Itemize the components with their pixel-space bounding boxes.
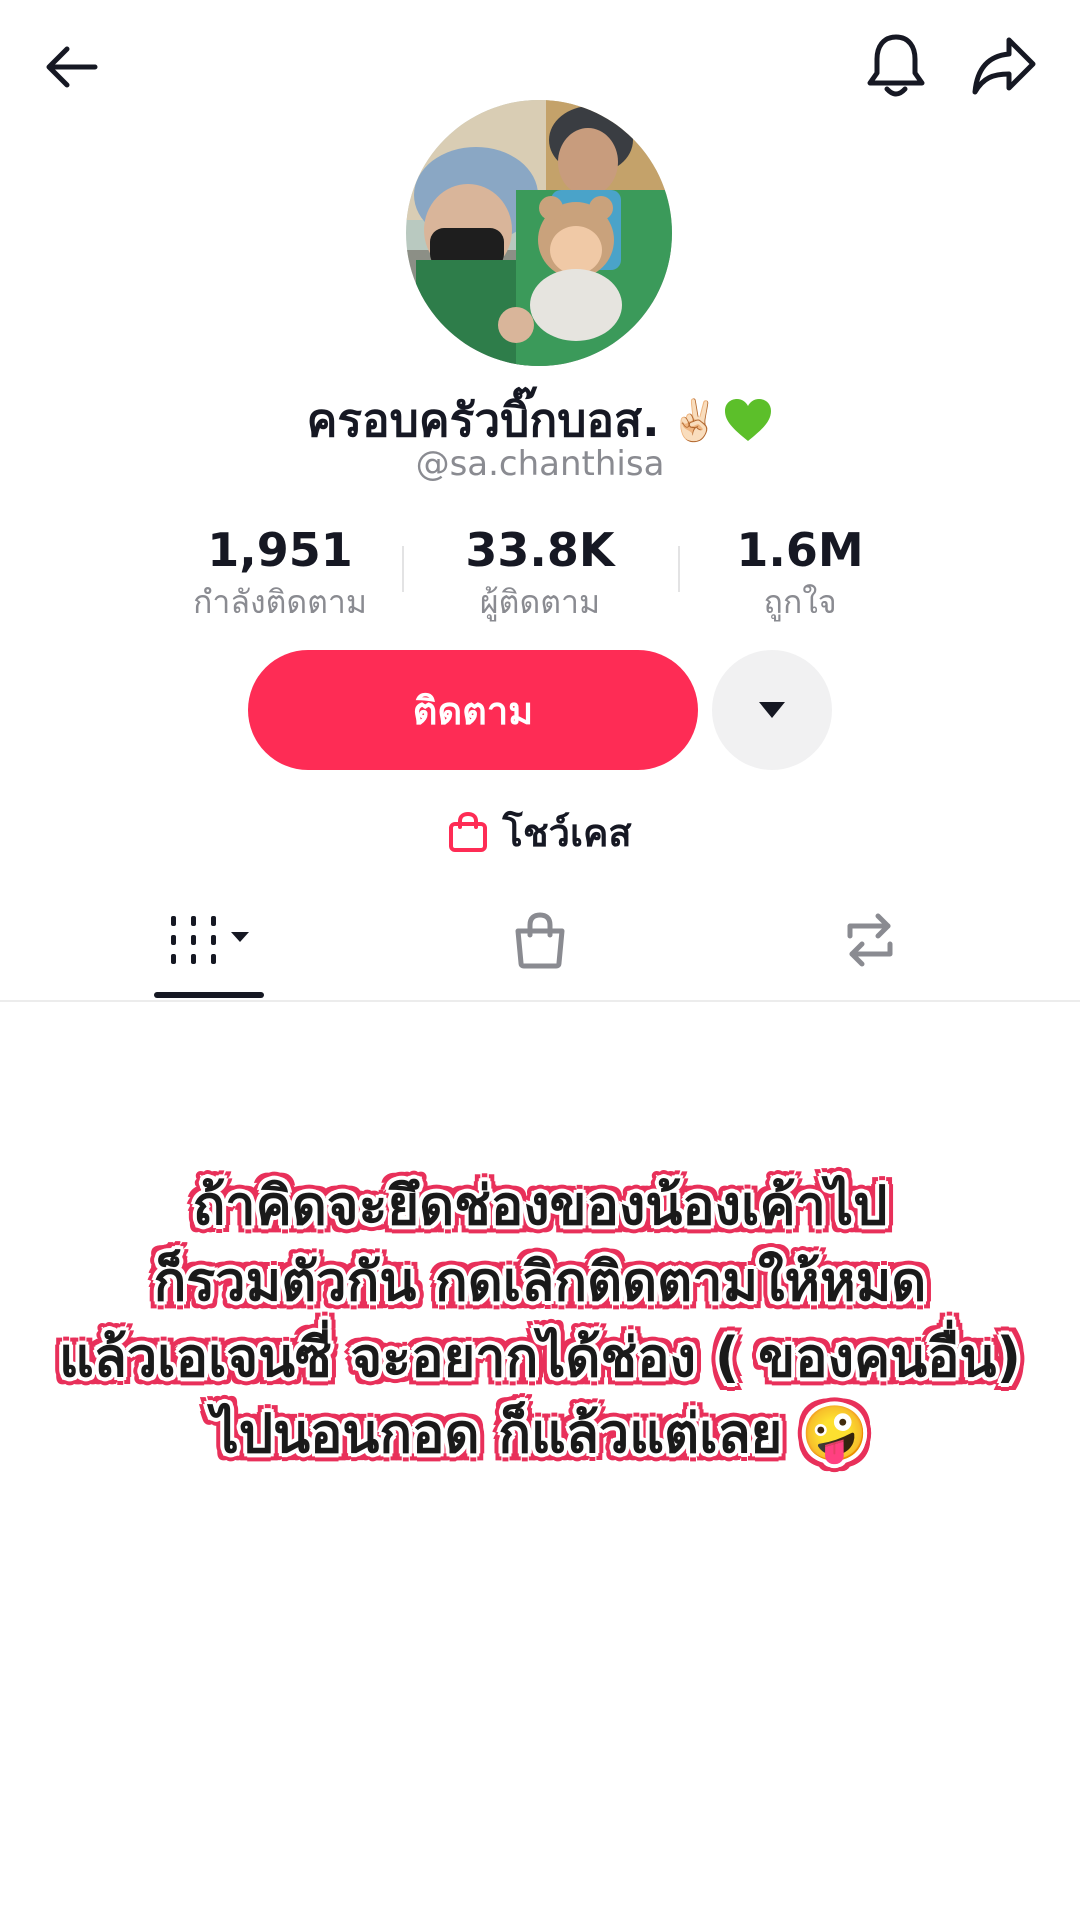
selected-tab-indicator xyxy=(154,992,264,998)
name-emojis: ✌🏻 xyxy=(670,397,774,444)
back-button[interactable] xyxy=(34,30,108,104)
stat-value: 1,951 xyxy=(207,523,353,577)
divider xyxy=(402,546,404,592)
back-arrow-icon xyxy=(46,46,98,88)
tab-videos[interactable] xyxy=(140,880,280,1000)
notification-button[interactable] xyxy=(856,26,936,106)
stat-likes[interactable]: 1.6M ถูกใจ xyxy=(670,520,930,624)
share-button[interactable] xyxy=(962,26,1046,106)
stat-label: ผู้ติดตาม xyxy=(479,583,601,621)
stat-following[interactable]: 1,951 กำลังติดตาม xyxy=(150,520,410,624)
caption-line: แล้วเอเจนซี่ จะอยากได้ช่อง ( ของคนอื่น) xyxy=(58,1326,1022,1389)
follow-button[interactable]: ติดตาม xyxy=(248,650,698,770)
peace-emoji: ✌🏻 xyxy=(669,397,720,444)
grid-icon xyxy=(171,916,249,964)
tab-reposts[interactable] xyxy=(800,880,940,1000)
repost-icon xyxy=(847,913,893,967)
stat-value: 33.8K xyxy=(465,523,615,577)
stat-value: 1.6M xyxy=(736,523,864,577)
showcase-link[interactable]: โชว์เคส xyxy=(0,800,1080,864)
caption-line: ไปนอนกอด ก็แล้วแต่เลย 🤪 xyxy=(211,1402,869,1465)
caret-down-icon xyxy=(759,702,785,718)
stat-label: ถูกใจ xyxy=(763,583,837,621)
caption-line: ถ้าคิดจะยึดช่องของน้องเค้าไป xyxy=(192,1174,888,1237)
caption-line: ก็รวมตัวกัน กดเลิกติดตามให้หมด xyxy=(153,1250,927,1313)
bell-icon xyxy=(867,34,925,97)
display-name-row: ครอบครัวบิ๊กบอส. ✌🏻 xyxy=(0,388,1080,452)
profile-tabs xyxy=(0,880,1080,1002)
suggested-accounts-button[interactable] xyxy=(712,650,832,770)
share-icon xyxy=(972,37,1036,95)
showcase-label: โชว์เคส xyxy=(502,810,632,855)
overlay-caption: ถ้าคิดจะยึดช่องของน้องเค้าไป ก็รวมตัวกัน… xyxy=(40,1168,1040,1472)
avatar[interactable] xyxy=(406,100,672,366)
username: @sa.chanthisa xyxy=(415,444,665,484)
shopping-bag-icon xyxy=(515,912,565,969)
profile-page: ครอบครัวบิ๊กบอส. ✌🏻 @sa.chanthisa 1,951 … xyxy=(0,0,1080,1920)
profile-stats: 1,951 กำลังติดตาม 33.8K ผู้ติดตาม 1.6M ถ… xyxy=(150,520,930,621)
shopping-bag-icon xyxy=(449,811,488,852)
stat-followers[interactable]: 33.8K ผู้ติดตาม xyxy=(410,520,670,624)
green-heart-icon xyxy=(725,399,772,441)
stat-label: กำลังติดตาม xyxy=(193,583,367,621)
tab-shop[interactable] xyxy=(470,880,610,1000)
